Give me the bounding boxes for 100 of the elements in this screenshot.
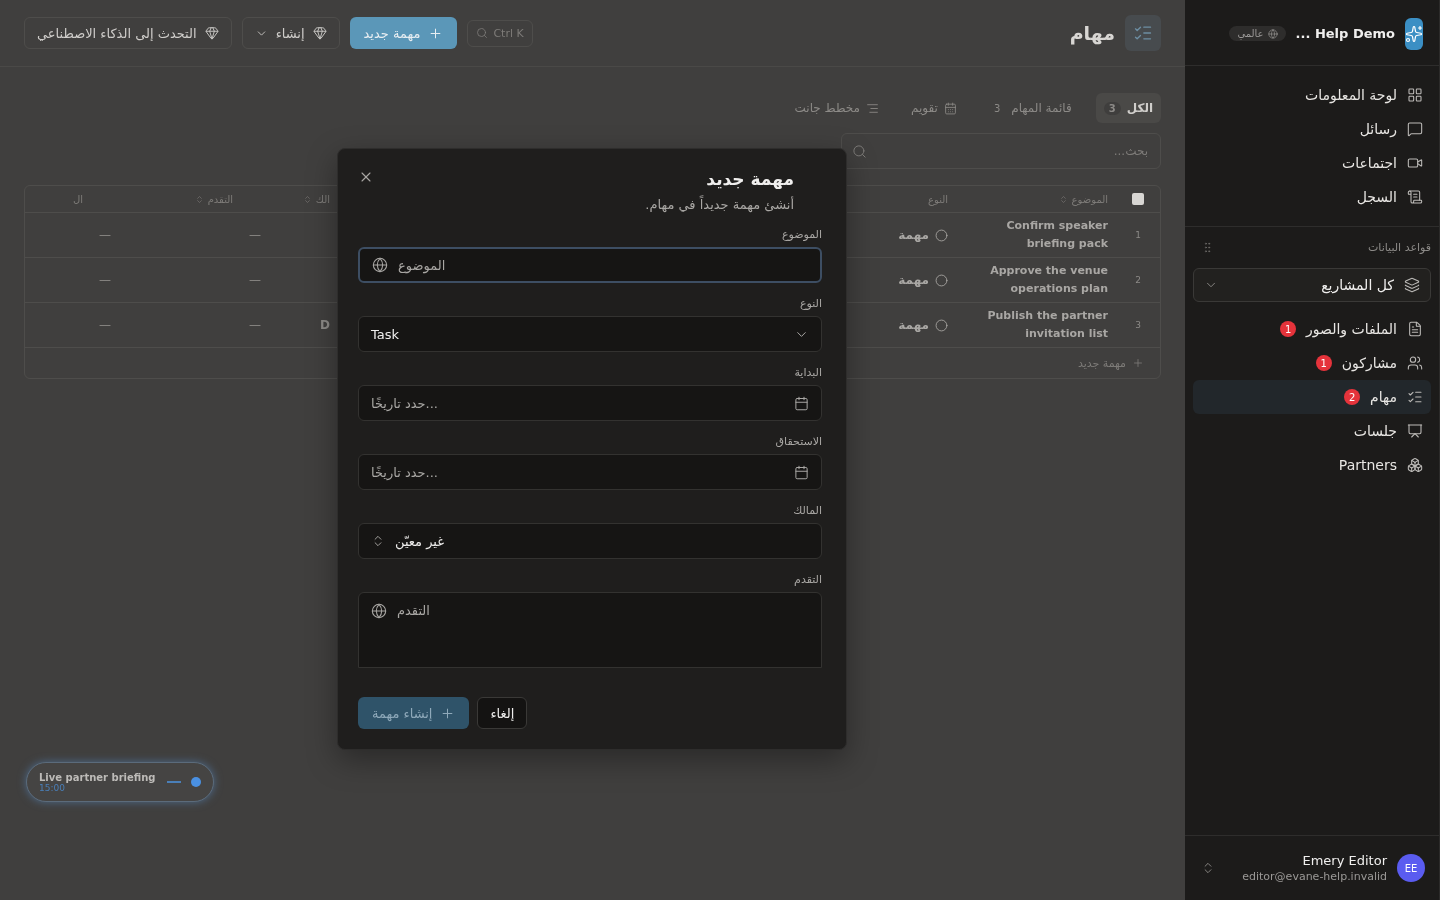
calendar-icon bbox=[794, 395, 809, 411]
gantt-icon bbox=[865, 101, 879, 115]
calendar-icon bbox=[943, 101, 957, 115]
checklist-icon bbox=[1407, 389, 1423, 405]
globe-icon bbox=[372, 257, 388, 273]
grid-icon bbox=[1407, 87, 1423, 103]
type-cell: مهمة bbox=[866, 228, 956, 242]
field-label: المالك bbox=[792, 504, 822, 517]
sort-icon bbox=[302, 194, 312, 204]
pill-time: 15:00 bbox=[39, 782, 66, 793]
owner-select[interactable]: غير معيّن bbox=[358, 523, 822, 559]
plus-icon bbox=[1132, 357, 1144, 369]
cancel-button[interactable]: إلغاء bbox=[477, 697, 528, 729]
type-cell: مهمة bbox=[866, 273, 956, 287]
item-label: الملفات والصور bbox=[1306, 321, 1397, 337]
scroll-icon bbox=[1407, 189, 1423, 205]
owner-cell: — bbox=[249, 228, 261, 242]
globe-icon bbox=[371, 603, 387, 619]
progress-cell: — bbox=[99, 273, 111, 287]
row-number: 3 bbox=[1134, 320, 1142, 330]
progress-textarea[interactable]: التقدم bbox=[358, 592, 822, 668]
tab-label: مخطط جانت bbox=[794, 101, 860, 115]
database-item[interactable]: Partners bbox=[1193, 448, 1431, 482]
sort-icon bbox=[194, 194, 204, 204]
section-title: قواعد البيانات bbox=[1368, 241, 1431, 254]
dialog-title: مهمة جديد bbox=[705, 169, 794, 189]
boxes-icon bbox=[1407, 457, 1423, 473]
nav-item[interactable]: لوحة المعلومات bbox=[1193, 78, 1431, 112]
tab-count: 3 bbox=[992, 101, 1002, 115]
gem-icon bbox=[204, 26, 219, 40]
scope-badge: عالمي bbox=[1229, 26, 1286, 41]
sparkle-icon bbox=[1405, 24, 1423, 43]
tab-count: 3 bbox=[1103, 101, 1121, 115]
nav-item[interactable]: رسائل bbox=[1193, 112, 1431, 146]
nav-item[interactable]: السجل bbox=[1193, 180, 1431, 214]
field-label: الاستحقاق bbox=[774, 435, 822, 448]
type-select[interactable]: Task bbox=[358, 316, 822, 352]
item-label: مهام bbox=[1370, 389, 1397, 405]
ai-chat-button[interactable]: التحدث إلى الذكاء الاصطناعي bbox=[24, 17, 232, 49]
subject-cell-text: Publish the partner invitation list bbox=[986, 308, 1109, 342]
row-number: 2 bbox=[1134, 275, 1142, 285]
search-icon bbox=[476, 27, 489, 39]
tab-label: الكل bbox=[1126, 101, 1153, 115]
sort-icon bbox=[1058, 194, 1068, 204]
live-session-pill[interactable]: Live partner briefing 15:00 bbox=[26, 762, 214, 802]
row-number: 1 bbox=[1134, 230, 1142, 240]
field-label: التقدم bbox=[793, 573, 822, 586]
dialog-subtitle: أنشئ مهمة جديداً في مهام. bbox=[645, 197, 794, 212]
calendar-icon bbox=[794, 464, 809, 480]
database-item[interactable]: جلسات bbox=[1193, 414, 1431, 448]
subject-input[interactable]: الموضوع bbox=[358, 247, 822, 283]
subject-cell-text: Confirm speaker briefing pack bbox=[1005, 218, 1109, 252]
video-icon bbox=[1407, 155, 1423, 171]
app-name: Help Demo ... bbox=[1295, 26, 1395, 41]
user-name: Emery Editor bbox=[1302, 853, 1387, 868]
count-badge: 1 bbox=[1280, 321, 1297, 337]
circle-icon bbox=[935, 228, 948, 242]
people-icon bbox=[1407, 355, 1423, 371]
user-email: editor@evane-help.invalid bbox=[1242, 870, 1387, 883]
date-picker[interactable]: حدد تاريخًا... bbox=[358, 454, 822, 490]
gem-icon bbox=[312, 26, 327, 40]
subject-cell-text: Approve the venue operations plan bbox=[989, 263, 1109, 297]
document-icon bbox=[1407, 321, 1423, 337]
count-badge: 2 bbox=[1344, 389, 1361, 405]
nav-item[interactable]: اجتماعات bbox=[1193, 146, 1431, 180]
field-label: البداية bbox=[793, 366, 822, 379]
item-label: جلسات bbox=[1353, 423, 1397, 439]
presentation-icon bbox=[1407, 423, 1423, 439]
app-logo[interactable] bbox=[1405, 17, 1423, 50]
user-avatar[interactable]: EE bbox=[1397, 854, 1425, 882]
owner-cell: — bbox=[249, 318, 261, 332]
layers-icon bbox=[1404, 277, 1420, 293]
search-icon bbox=[852, 143, 867, 159]
plus-icon bbox=[440, 705, 456, 721]
plus-icon bbox=[428, 25, 444, 41]
chat-icon bbox=[1407, 121, 1423, 137]
date-picker[interactable]: حدد تاريخًا... bbox=[358, 385, 822, 421]
item-label: Partners bbox=[1338, 457, 1397, 473]
field-label: النوع bbox=[799, 297, 822, 310]
circle-icon bbox=[935, 318, 948, 332]
progress-dash bbox=[167, 781, 181, 783]
progress-cell: — bbox=[99, 318, 111, 332]
create-button[interactable]: إنشاء bbox=[241, 17, 340, 49]
select-all-checkbox[interactable] bbox=[1132, 193, 1144, 205]
globe-icon bbox=[1267, 28, 1278, 39]
field-label: الموضوع bbox=[780, 228, 822, 241]
owner-cell: — bbox=[249, 273, 261, 287]
cut-text: D bbox=[320, 318, 330, 332]
project-select[interactable]: كل المشاريع bbox=[1193, 268, 1431, 302]
page-icon bbox=[1125, 15, 1161, 51]
live-dot bbox=[191, 777, 201, 787]
item-label: مشاركون bbox=[1341, 355, 1397, 371]
tab-label: قائمة المهام bbox=[1011, 101, 1072, 115]
pill-title: Live partner briefing bbox=[39, 771, 157, 783]
page-title: مهام bbox=[1069, 22, 1115, 44]
count-badge: 1 bbox=[1315, 355, 1332, 371]
progress-cell: — bbox=[99, 228, 111, 242]
tab-label: تقويم bbox=[910, 101, 938, 115]
circle-icon bbox=[935, 273, 948, 287]
type-cell: مهمة bbox=[866, 318, 956, 332]
